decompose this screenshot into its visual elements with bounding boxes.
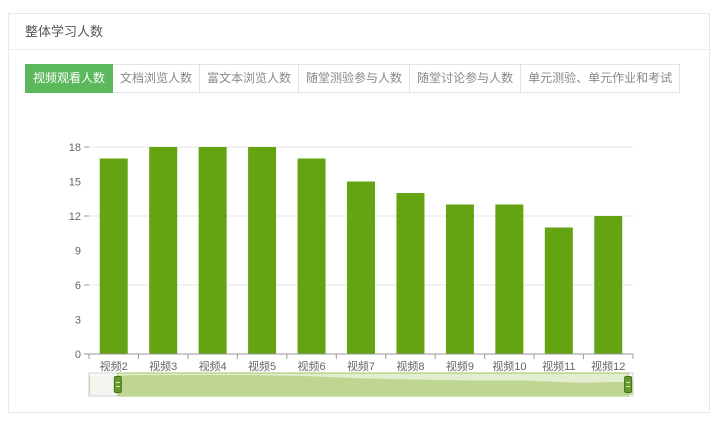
x-axis-label: 视频11 xyxy=(542,359,575,373)
x-axis-label: 视频8 xyxy=(396,359,424,373)
tab-1-active[interactable]: 视频观看人数 xyxy=(25,64,113,93)
bar-视频10[interactable] xyxy=(495,205,523,355)
y-axis-label: 3 xyxy=(75,315,81,327)
y-axis-label: 6 xyxy=(75,280,81,292)
x-axis-label: 视频7 xyxy=(347,359,375,373)
x-axis-label: 视频12 xyxy=(591,359,625,373)
x-axis-label: 视频4 xyxy=(199,359,227,373)
datazoom-right-handle[interactable] xyxy=(625,377,632,393)
x-axis-label: 视频6 xyxy=(297,359,325,373)
tab-3[interactable]: 富文本浏览人数 xyxy=(199,64,299,93)
bar-视频4[interactable] xyxy=(199,147,227,354)
datazoom-left-handle[interactable] xyxy=(114,377,121,393)
x-axis-label: 视频5 xyxy=(248,359,276,373)
tab-6[interactable]: 单元测验、单元作业和考试 xyxy=(520,64,680,93)
x-axis-label: 视频2 xyxy=(100,359,128,373)
learning-stats-card: 整体学习人数 视频观看人数文档浏览人数富文本浏览人数随堂测验参与人数随堂讨论参与… xyxy=(8,13,710,413)
bar-视频12[interactable] xyxy=(594,216,622,354)
tab-2[interactable]: 文档浏览人数 xyxy=(112,64,200,93)
bar-视频3[interactable] xyxy=(149,147,177,354)
tab-bar: 视频观看人数文档浏览人数富文本浏览人数随堂测验参与人数随堂讨论参与人数单元测验、… xyxy=(26,64,680,93)
y-axis-label: 15 xyxy=(69,177,81,189)
bar-视频5[interactable] xyxy=(248,147,276,354)
datazoom-selected-region[interactable] xyxy=(118,373,628,396)
bar-视频11[interactable] xyxy=(545,228,573,355)
tab-5[interactable]: 随堂讨论参与人数 xyxy=(409,64,521,93)
datazoom-unselected-zone[interactable] xyxy=(90,374,118,395)
x-axis-label: 视频3 xyxy=(149,359,177,373)
y-axis-label: 18 xyxy=(69,142,81,154)
x-axis-label: 视频10 xyxy=(492,359,526,373)
bar-视频9[interactable] xyxy=(446,205,474,355)
y-axis-label: 0 xyxy=(75,349,81,361)
bar-视频8[interactable] xyxy=(396,193,424,354)
tab-4[interactable]: 随堂测验参与人数 xyxy=(298,64,410,93)
bar-视频6[interactable] xyxy=(298,159,326,355)
bar-视频7[interactable] xyxy=(347,182,375,355)
x-axis-label: 视频9 xyxy=(446,359,474,373)
bar-视频2[interactable] xyxy=(100,159,128,355)
y-axis-label: 9 xyxy=(75,246,81,258)
y-axis-label: 12 xyxy=(69,211,81,223)
